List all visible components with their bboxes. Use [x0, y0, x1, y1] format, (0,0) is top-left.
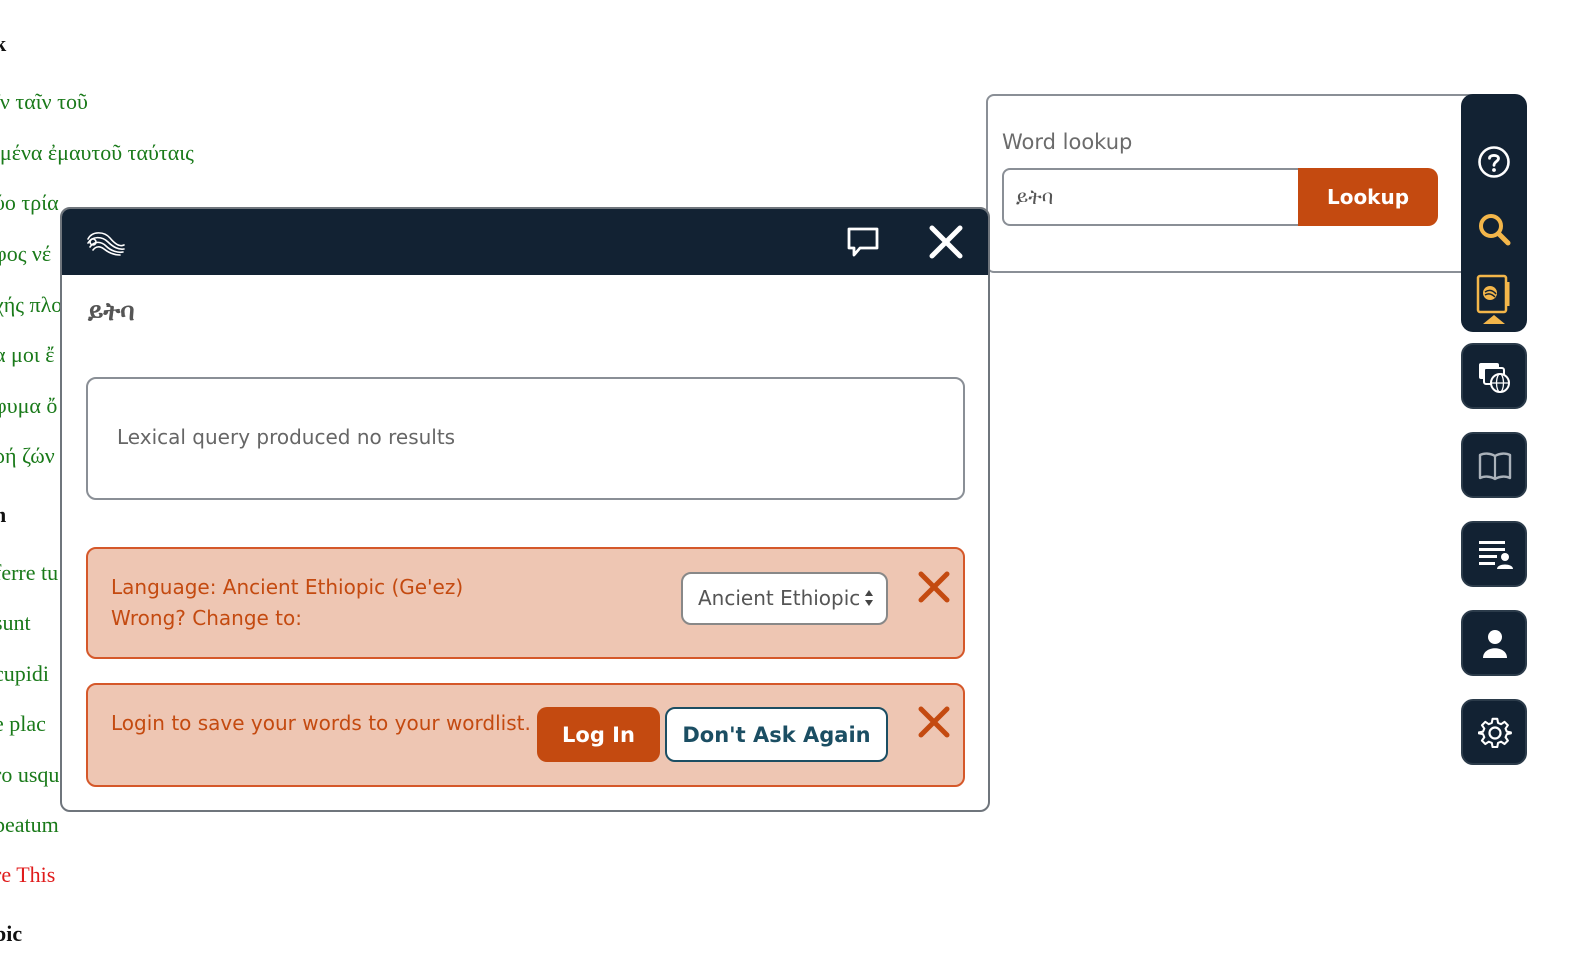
text-line[interactable]: e plac [0, 711, 46, 737]
translations-button[interactable] [1461, 343, 1527, 409]
language-select[interactable]: Ancient Ethiopic [681, 572, 888, 625]
dont-ask-again-button[interactable]: Don't Ask Again [665, 707, 888, 762]
section-heading: pic [0, 921, 23, 946]
text-line[interactable]: ro usqu [0, 762, 59, 788]
text-line[interactable]: ῖν ταῖν τοῦ [0, 89, 88, 115]
text-line[interactable]: cupidi [0, 661, 49, 687]
text-line[interactable]: sunt [0, 610, 31, 636]
book-icon [1478, 452, 1512, 481]
text-line[interactable]: α μοι ἔ [0, 342, 54, 368]
text-line[interactable]: ferre tu [0, 560, 58, 586]
result-box: Lexical query produced no results [86, 377, 965, 500]
text-line[interactable]: ιμένα ἐμαυτοῦ ταύταις [0, 140, 194, 166]
section-heading: k [0, 31, 7, 56]
close-icon[interactable] [928, 224, 964, 260]
language-select-value: Ancient Ethiopic [698, 586, 861, 610]
settings-icon [1478, 717, 1512, 749]
word-lookup-label: Word lookup [1002, 130, 1133, 154]
popup-header [62, 209, 988, 275]
search-icon[interactable] [1477, 212, 1511, 246]
help-icon[interactable] [1477, 145, 1511, 179]
wordlist-button[interactable] [1461, 521, 1527, 587]
login-button[interactable]: Log In [537, 707, 660, 762]
select-arrows-icon [865, 590, 873, 606]
user-icon [1483, 630, 1507, 658]
text-line[interactable]: φυμα ὄ [0, 393, 57, 419]
text-line[interactable]: φος νέ [0, 241, 51, 267]
language-alert: Language: Ancient Ethiopic (Ge'ez) Wrong… [86, 547, 965, 659]
popup-word-title: ይትባ [88, 297, 135, 326]
text-line[interactable]: re This [0, 862, 55, 888]
book-button[interactable] [1461, 432, 1527, 498]
comment-icon[interactable] [846, 225, 880, 259]
text-line[interactable]: beatum [0, 812, 59, 838]
text-line[interactable]: χής πλο [0, 292, 62, 318]
no-results-message: Lexical query produced no results [117, 425, 456, 449]
dismiss-language-alert-icon[interactable] [918, 571, 950, 603]
word-lookup-input[interactable] [1002, 168, 1298, 226]
lookup-button[interactable]: Lookup [1298, 168, 1438, 226]
word-popup-icon[interactable] [1474, 274, 1514, 326]
translations-icon [1479, 363, 1510, 393]
logo-icon [87, 232, 125, 256]
language-alert-line1: Language: Ancient Ethiopic (Ge'ez) [111, 575, 464, 599]
word-lookup-panel: Word lookup Lookup [986, 94, 1486, 273]
settings-button[interactable] [1461, 699, 1527, 765]
user-button[interactable] [1461, 610, 1527, 676]
login-alert-text: Login to save your words to your wordlis… [111, 711, 531, 735]
dismiss-login-alert-icon[interactable] [918, 706, 950, 738]
wordlist-icon [1479, 541, 1513, 569]
section-heading: n [0, 502, 7, 527]
text-line[interactable]: ρή ζών [0, 443, 55, 469]
login-alert: Login to save your words to your wordlis… [86, 683, 965, 787]
text-line[interactable]: ύο τρία [0, 190, 59, 216]
word-popup-dialog: ይትባ Lexical query produced no results La… [60, 207, 990, 812]
language-alert-line2: Wrong? Change to: [111, 606, 302, 630]
